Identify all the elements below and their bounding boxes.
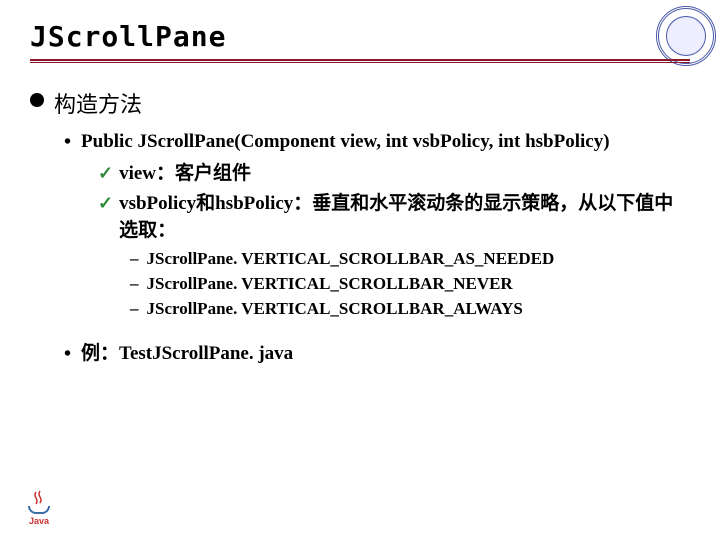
constant-text: JScrollPane. VERTICAL_SCROLLBAR_NEVER bbox=[147, 273, 513, 296]
java-logo-text: Java bbox=[22, 516, 56, 526]
slide-header: JScrollPane bbox=[30, 20, 690, 71]
check-icon: ✓ bbox=[98, 193, 113, 214]
heading-constructors: 构造方法 bbox=[30, 87, 690, 119]
example-text: 例：TestJScrollPane. java bbox=[81, 341, 293, 367]
check-icon: ✓ bbox=[98, 163, 113, 184]
param-policy-item: ✓ vsbPolicy和hsbPolicy：垂直和水平滚动条的显示策略，从以下值… bbox=[98, 191, 690, 244]
title-underline bbox=[30, 59, 690, 63]
slide-title: JScrollPane bbox=[30, 20, 690, 53]
bullet-dot-icon: • bbox=[64, 343, 71, 366]
slide: JScrollPane 构造方法 • Public JScrollPane(Co… bbox=[0, 0, 720, 540]
java-logo-icon: Java bbox=[22, 490, 56, 530]
dash-icon: – bbox=[130, 274, 139, 294]
dash-icon: – bbox=[130, 299, 139, 319]
param-view-text: view：客户组件 bbox=[119, 161, 251, 188]
constant-always: – JScrollPane. VERTICAL_SCROLLBAR_ALWAYS bbox=[130, 298, 690, 321]
constant-never: – JScrollPane. VERTICAL_SCROLLBAR_NEVER bbox=[130, 273, 690, 296]
constructor-signature-item: • Public JScrollPane(Component view, int… bbox=[64, 129, 690, 155]
constructor-signature: Public JScrollPane(Component view, int v… bbox=[81, 129, 610, 155]
param-policy-text: vsbPolicy和hsbPolicy：垂直和水平滚动条的显示策略，从以下值中选… bbox=[119, 191, 690, 244]
constant-text: JScrollPane. VERTICAL_SCROLLBAR_AS_NEEDE… bbox=[147, 248, 555, 271]
dash-icon: – bbox=[130, 249, 139, 269]
heading-text: 构造方法 bbox=[54, 87, 142, 119]
bullet-dot-icon: • bbox=[64, 131, 71, 154]
constant-text: JScrollPane. VERTICAL_SCROLLBAR_ALWAYS bbox=[147, 298, 523, 321]
slide-content: 构造方法 • Public JScrollPane(Component view… bbox=[30, 71, 690, 367]
constant-as-needed: – JScrollPane. VERTICAL_SCROLLBAR_AS_NEE… bbox=[130, 248, 690, 271]
example-item: • 例：TestJScrollPane. java bbox=[64, 341, 690, 367]
param-view-item: ✓ view：客户组件 bbox=[98, 161, 690, 188]
bullet-disc-icon bbox=[30, 93, 44, 107]
